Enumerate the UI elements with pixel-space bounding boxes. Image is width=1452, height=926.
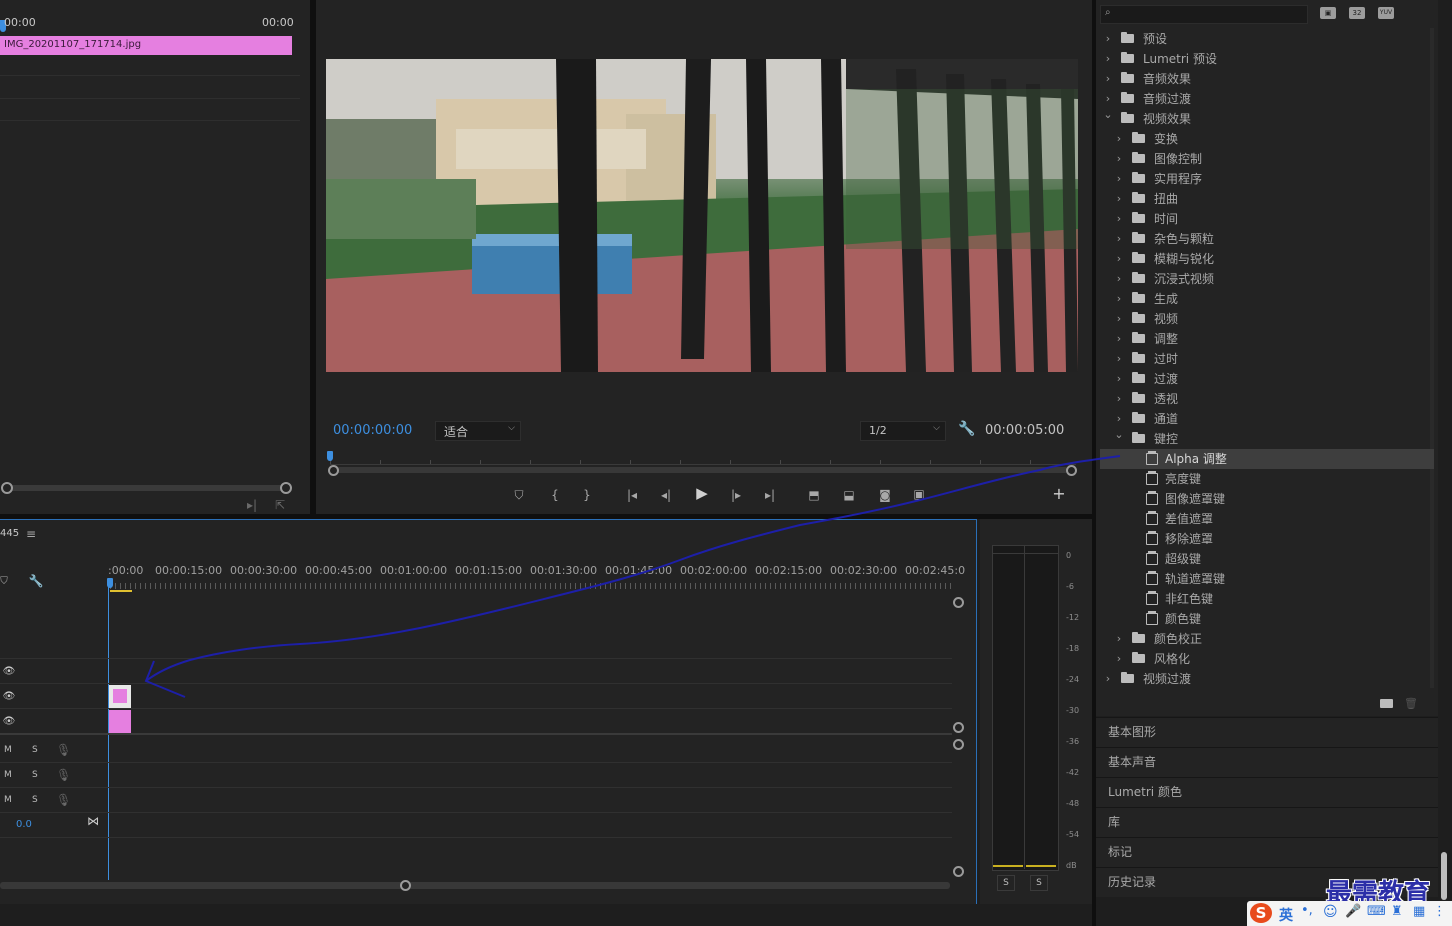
sogou-logo-icon[interactable]: S	[1250, 903, 1272, 923]
keyboard-icon[interactable]: ⌨	[1367, 904, 1386, 919]
meter-scale-label: 0	[1066, 551, 1072, 560]
emoji-icon[interactable]: ☺	[1323, 904, 1338, 920]
voice-icon[interactable]: 🎤	[1345, 904, 1361, 919]
meter-scale-label: -42	[1066, 768, 1080, 777]
meter-scale-label: -24	[1066, 675, 1080, 684]
ime-language-label[interactable]: 英	[1279, 905, 1293, 925]
meter-scale-label: -6	[1066, 582, 1074, 591]
ime-toolbar[interactable]: S 英 •, ☺ 🎤 ⌨ ♜ ▦ ⋮	[1247, 901, 1452, 926]
punctuation-icon[interactable]: •,	[1301, 903, 1313, 918]
meter-scale-label: -54	[1066, 830, 1080, 839]
meter-scale-label: -48	[1066, 799, 1080, 808]
meter-scale-label: -12	[1066, 613, 1080, 622]
meter-scale-label: -30	[1066, 706, 1080, 715]
meter-scale-label: -18	[1066, 644, 1080, 653]
ime-more-icon[interactable]: ⋮	[1433, 904, 1446, 919]
toolbox-icon[interactable]: ▦	[1413, 904, 1425, 919]
meter-scale-label: -36	[1066, 737, 1080, 746]
meter-scale-label: dB	[1066, 861, 1077, 870]
annotation-arrow	[144, 455, 1121, 698]
skin-icon[interactable]: ♜	[1391, 904, 1403, 919]
